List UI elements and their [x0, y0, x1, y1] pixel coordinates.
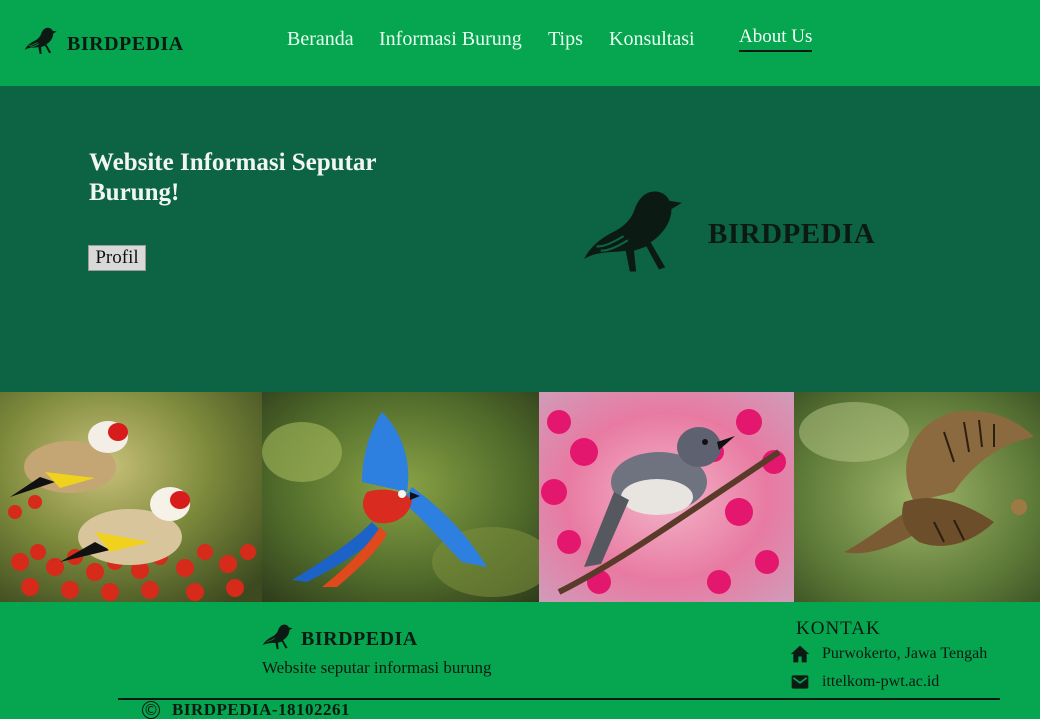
- macaw-photo: [262, 392, 539, 602]
- bird-logo-icon: [262, 624, 293, 649]
- hero-section: Website Informasi Seputar Burung! Profil…: [0, 86, 1040, 392]
- nav-brand: BIRDPEDIA: [67, 32, 184, 55]
- mail-icon: [791, 675, 809, 689]
- nav-link-about-us[interactable]: About Us: [739, 26, 813, 52]
- footer-logo[interactable]: BIRDPEDIA: [262, 622, 418, 651]
- copyright: © BIRDPEDIA-18102261: [142, 700, 350, 719]
- nav-logo[interactable]: BIRDPEDIA: [24, 26, 184, 56]
- footer-brand: BIRDPEDIA: [301, 628, 418, 650]
- hawk-photo: [794, 392, 1040, 602]
- copyright-icon: ©: [142, 700, 160, 719]
- footer-tagline: Website seputar informasi burung: [262, 658, 492, 677]
- hero-brand: BIRDPEDIA: [708, 217, 876, 250]
- nav-link-informasi-burung[interactable]: Informasi Burung: [379, 28, 522, 51]
- home-icon: [790, 645, 810, 663]
- bird-on-blossom-photo: [539, 392, 794, 602]
- nav-link-tips[interactable]: Tips: [548, 28, 583, 51]
- contact-title: KONTAK: [796, 618, 881, 639]
- footer: BIRDPEDIA Website seputar informasi buru…: [0, 602, 1040, 719]
- navbar: BIRDPEDIA Beranda Informasi Burung Tips …: [0, 0, 1040, 86]
- bird-gallery: [0, 392, 1040, 602]
- hero-logo: BIRDPEDIA: [582, 186, 875, 278]
- profil-button[interactable]: Profil: [88, 245, 146, 271]
- nav-link-konsultasi[interactable]: Konsultasi: [609, 28, 695, 51]
- copyright-text: BIRDPEDIA-18102261: [172, 700, 351, 719]
- bird-logo-icon: [24, 27, 57, 54]
- hero-title: Website Informasi Seputar Burung!: [89, 149, 377, 206]
- contact-email: ittelkom-pwt.ac.id: [790, 672, 939, 692]
- contact-address: Purwokerto, Jawa Tengah: [790, 644, 987, 664]
- goldfinch-photo: [0, 392, 262, 602]
- contact-address-text: Purwokerto, Jawa Tengah: [822, 645, 988, 662]
- nav-link-beranda[interactable]: Beranda: [287, 28, 354, 51]
- contact-email-text[interactable]: ittelkom-pwt.ac.id: [822, 673, 939, 691]
- bird-logo-icon: [584, 191, 682, 272]
